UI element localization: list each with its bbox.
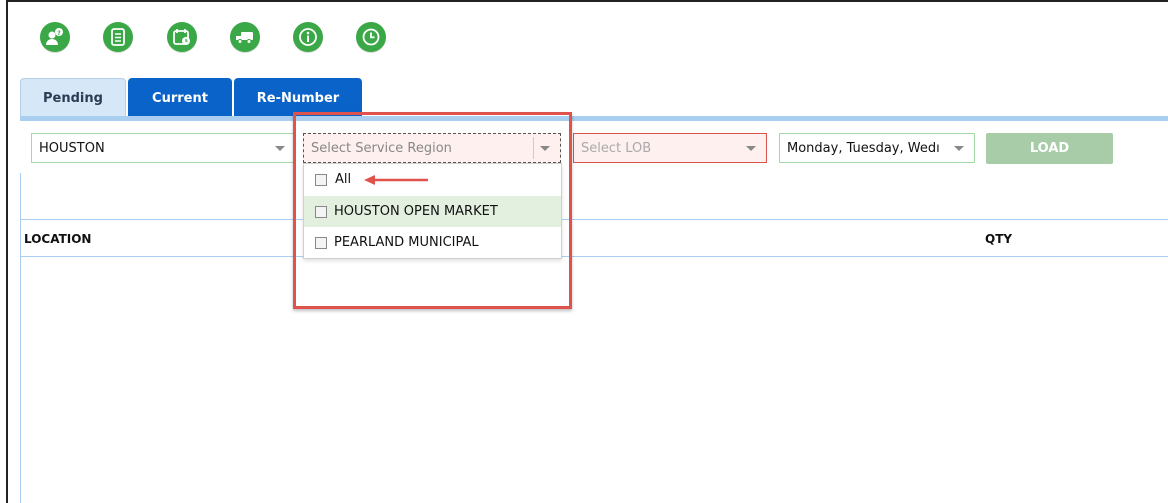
delivery-truck-icon[interactable] — [230, 22, 260, 52]
grid-header-top — [20, 219, 1168, 220]
tab-current[interactable]: Current — [128, 78, 232, 118]
checklist-icon[interactable] — [103, 22, 133, 52]
chevron-down-icon — [746, 145, 756, 151]
lob-select[interactable]: Select LOB — [573, 133, 767, 163]
days-value: Monday, Tuesday, Wedı — [787, 140, 940, 156]
grid-header-bottom — [20, 256, 1168, 257]
annotation-highlight-box — [293, 112, 572, 309]
info-icon[interactable] — [293, 22, 323, 52]
location-value: HOUSTON — [39, 140, 105, 156]
svg-text:?: ? — [57, 30, 61, 37]
tab-current-label: Current — [152, 90, 208, 106]
history-icon[interactable] — [356, 22, 386, 52]
grid-border-left — [20, 173, 21, 503]
days-select[interactable]: Monday, Tuesday, Wedı — [779, 133, 975, 163]
calendar-clock-icon[interactable] — [167, 22, 197, 52]
tab-underline — [20, 116, 1168, 121]
lob-placeholder: Select LOB — [581, 140, 652, 156]
app-frame — [6, 0, 1168, 503]
tab-re-number-label: Re-Number — [256, 90, 340, 106]
column-header-location[interactable]: LOCATION — [24, 232, 91, 246]
chevron-down-icon — [275, 145, 285, 151]
chevron-down-icon — [954, 145, 964, 151]
tab-pending-label: Pending — [43, 91, 103, 106]
location-select[interactable]: HOUSTON — [31, 133, 296, 163]
user-help-icon[interactable]: ? — [40, 22, 70, 52]
annotation-arrow-icon — [364, 175, 428, 185]
column-header-qty[interactable]: QTY — [985, 232, 1012, 246]
tab-pending[interactable]: Pending — [20, 78, 126, 118]
load-button[interactable]: LOAD — [986, 133, 1113, 164]
